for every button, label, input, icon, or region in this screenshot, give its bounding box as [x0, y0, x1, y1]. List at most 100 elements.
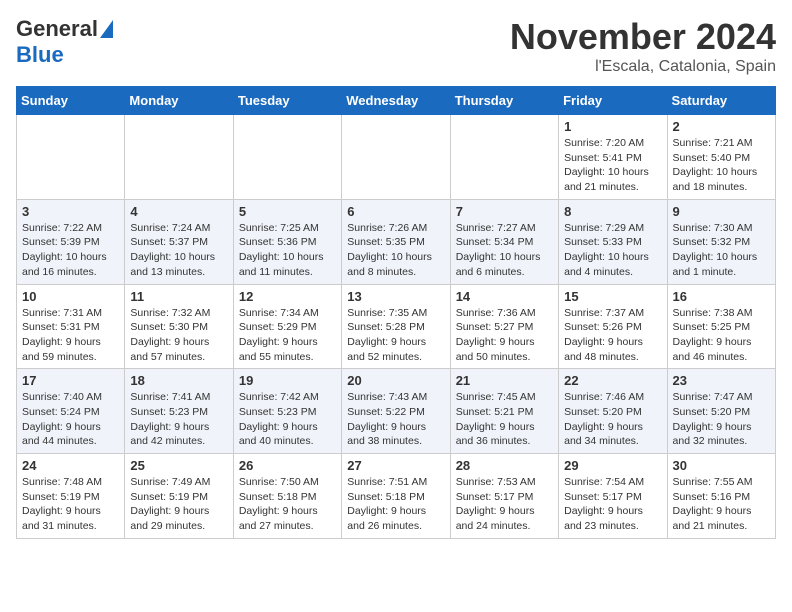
calendar-cell: 5 Sunrise: 7:25 AM Sunset: 5:36 PM Daylig…	[233, 199, 341, 284]
day-info: Sunrise: 7:48 AM Sunset: 5:19 PM Dayligh…	[22, 475, 119, 534]
weekday-header-saturday: Saturday	[667, 87, 775, 115]
day-number: 9	[673, 204, 770, 219]
day-number: 30	[673, 458, 770, 473]
calendar-cell: 17 Sunrise: 7:40 AM Sunset: 5:24 PM Dayli…	[17, 369, 125, 454]
day-number: 4	[130, 204, 227, 219]
calendar-cell: 27 Sunrise: 7:51 AM Sunset: 5:18 PM Dayli…	[342, 454, 450, 539]
calendar-cell	[17, 115, 125, 200]
calendar-cell: 29 Sunrise: 7:54 AM Sunset: 5:17 PM Dayli…	[559, 454, 667, 539]
day-number: 24	[22, 458, 119, 473]
logo-blue-text: Blue	[16, 42, 64, 68]
weekday-header-monday: Monday	[125, 87, 233, 115]
day-info: Sunrise: 7:54 AM Sunset: 5:17 PM Dayligh…	[564, 475, 661, 534]
day-info: Sunrise: 7:43 AM Sunset: 5:22 PM Dayligh…	[347, 390, 444, 449]
day-number: 2	[673, 119, 770, 134]
day-info: Sunrise: 7:55 AM Sunset: 5:16 PM Dayligh…	[673, 475, 770, 534]
day-info: Sunrise: 7:21 AM Sunset: 5:40 PM Dayligh…	[673, 136, 770, 195]
calendar-cell: 11Sunrise: 7:32 AM Sunset: 5:30 PM Dayli…	[125, 284, 233, 369]
calendar-cell: 4 Sunrise: 7:24 AM Sunset: 5:37 PM Daylig…	[125, 199, 233, 284]
day-number: 14	[456, 289, 553, 304]
calendar-cell: 14 Sunrise: 7:36 AM Sunset: 5:27 PM Dayli…	[450, 284, 558, 369]
calendar-cell: 20 Sunrise: 7:43 AM Sunset: 5:22 PM Dayli…	[342, 369, 450, 454]
day-info: Sunrise: 7:26 AM Sunset: 5:35 PM Dayligh…	[347, 221, 444, 280]
day-number: 19	[239, 373, 336, 388]
day-info: Sunrise: 7:24 AM Sunset: 5:37 PM Dayligh…	[130, 221, 227, 280]
calendar-cell: 19 Sunrise: 7:42 AM Sunset: 5:23 PM Dayli…	[233, 369, 341, 454]
calendar-cell: 2 Sunrise: 7:21 AM Sunset: 5:40 PM Daylig…	[667, 115, 775, 200]
calendar-cell: 9Sunrise: 7:30 AM Sunset: 5:32 PM Daylig…	[667, 199, 775, 284]
day-number: 16	[673, 289, 770, 304]
weekday-header-tuesday: Tuesday	[233, 87, 341, 115]
day-info: Sunrise: 7:25 AM Sunset: 5:36 PM Dayligh…	[239, 221, 336, 280]
weekday-header-sunday: Sunday	[17, 87, 125, 115]
day-info: Sunrise: 7:35 AM Sunset: 5:28 PM Dayligh…	[347, 306, 444, 365]
day-info: Sunrise: 7:37 AM Sunset: 5:26 PM Dayligh…	[564, 306, 661, 365]
logo-triangle-icon	[100, 20, 113, 38]
day-number: 18	[130, 373, 227, 388]
day-number: 27	[347, 458, 444, 473]
day-info: Sunrise: 7:22 AM Sunset: 5:39 PM Dayligh…	[22, 221, 119, 280]
day-number: 10	[22, 289, 119, 304]
day-info: Sunrise: 7:41 AM Sunset: 5:23 PM Dayligh…	[130, 390, 227, 449]
day-info: Sunrise: 7:42 AM Sunset: 5:23 PM Dayligh…	[239, 390, 336, 449]
day-number: 26	[239, 458, 336, 473]
calendar-cell: 21Sunrise: 7:45 AM Sunset: 5:21 PM Dayli…	[450, 369, 558, 454]
day-number: 12	[239, 289, 336, 304]
day-number: 7	[456, 204, 553, 219]
day-info: Sunrise: 7:29 AM Sunset: 5:33 PM Dayligh…	[564, 221, 661, 280]
calendar-cell	[125, 115, 233, 200]
day-number: 23	[673, 373, 770, 388]
calendar-week-3: 10 Sunrise: 7:31 AM Sunset: 5:31 PM Dayli…	[17, 284, 776, 369]
day-number: 6	[347, 204, 444, 219]
day-info: Sunrise: 7:20 AM Sunset: 5:41 PM Dayligh…	[564, 136, 661, 195]
calendar-cell: 18 Sunrise: 7:41 AM Sunset: 5:23 PM Dayli…	[125, 369, 233, 454]
logo: General Blue	[16, 16, 113, 68]
day-info: Sunrise: 7:50 AM Sunset: 5:18 PM Dayligh…	[239, 475, 336, 534]
weekday-header-thursday: Thursday	[450, 87, 558, 115]
calendar-cell: 8 Sunrise: 7:29 AM Sunset: 5:33 PM Daylig…	[559, 199, 667, 284]
calendar-cell: 1 Sunrise: 7:20 AM Sunset: 5:41 PM Daylig…	[559, 115, 667, 200]
day-number: 15	[564, 289, 661, 304]
calendar-cell: 7Sunrise: 7:27 AM Sunset: 5:34 PM Daylig…	[450, 199, 558, 284]
day-info: Sunrise: 7:34 AM Sunset: 5:29 PM Dayligh…	[239, 306, 336, 365]
calendar-week-2: 3 Sunrise: 7:22 AM Sunset: 5:39 PM Daylig…	[17, 199, 776, 284]
calendar-cell	[342, 115, 450, 200]
day-number: 29	[564, 458, 661, 473]
day-number: 8	[564, 204, 661, 219]
day-number: 20	[347, 373, 444, 388]
day-number: 3	[22, 204, 119, 219]
month-title: November 2024	[510, 16, 776, 58]
calendar-cell: 25 Sunrise: 7:49 AM Sunset: 5:19 PM Dayli…	[125, 454, 233, 539]
day-number: 13	[347, 289, 444, 304]
day-number: 17	[22, 373, 119, 388]
day-info: Sunrise: 7:31 AM Sunset: 5:31 PM Dayligh…	[22, 306, 119, 365]
day-info: Sunrise: 7:49 AM Sunset: 5:19 PM Dayligh…	[130, 475, 227, 534]
calendar-cell	[450, 115, 558, 200]
calendar-cell: 30 Sunrise: 7:55 AM Sunset: 5:16 PM Dayli…	[667, 454, 775, 539]
calendar-cell: 23Sunrise: 7:47 AM Sunset: 5:20 PM Dayli…	[667, 369, 775, 454]
calendar-cell: 10 Sunrise: 7:31 AM Sunset: 5:31 PM Dayli…	[17, 284, 125, 369]
calendar-cell: 6 Sunrise: 7:26 AM Sunset: 5:35 PM Daylig…	[342, 199, 450, 284]
day-number: 5	[239, 204, 336, 219]
title-block: November 2024 l'Escala, Catalonia, Spain	[510, 16, 776, 76]
calendar-cell: 12 Sunrise: 7:34 AM Sunset: 5:29 PM Dayli…	[233, 284, 341, 369]
calendar-cell: 15 Sunrise: 7:37 AM Sunset: 5:26 PM Dayli…	[559, 284, 667, 369]
calendar-cell	[233, 115, 341, 200]
calendar-cell: 28Sunrise: 7:53 AM Sunset: 5:17 PM Dayli…	[450, 454, 558, 539]
day-info: Sunrise: 7:51 AM Sunset: 5:18 PM Dayligh…	[347, 475, 444, 534]
day-number: 11	[130, 289, 227, 304]
calendar-week-1: 1 Sunrise: 7:20 AM Sunset: 5:41 PM Daylig…	[17, 115, 776, 200]
calendar-cell: 26 Sunrise: 7:50 AM Sunset: 5:18 PM Dayli…	[233, 454, 341, 539]
calendar-table: SundayMondayTuesdayWednesdayThursdayFrid…	[16, 86, 776, 539]
calendar-week-4: 17 Sunrise: 7:40 AM Sunset: 5:24 PM Dayli…	[17, 369, 776, 454]
calendar-cell: 13 Sunrise: 7:35 AM Sunset: 5:28 PM Dayli…	[342, 284, 450, 369]
day-number: 25	[130, 458, 227, 473]
day-number: 1	[564, 119, 661, 134]
day-number: 28	[456, 458, 553, 473]
weekday-header-wednesday: Wednesday	[342, 87, 450, 115]
day-info: Sunrise: 7:46 AM Sunset: 5:20 PM Dayligh…	[564, 390, 661, 449]
calendar-cell: 24 Sunrise: 7:48 AM Sunset: 5:19 PM Dayli…	[17, 454, 125, 539]
page-header: General Blue November 2024 l'Escala, Cat…	[16, 16, 776, 76]
day-info: Sunrise: 7:40 AM Sunset: 5:24 PM Dayligh…	[22, 390, 119, 449]
day-info: Sunrise: 7:36 AM Sunset: 5:27 PM Dayligh…	[456, 306, 553, 365]
